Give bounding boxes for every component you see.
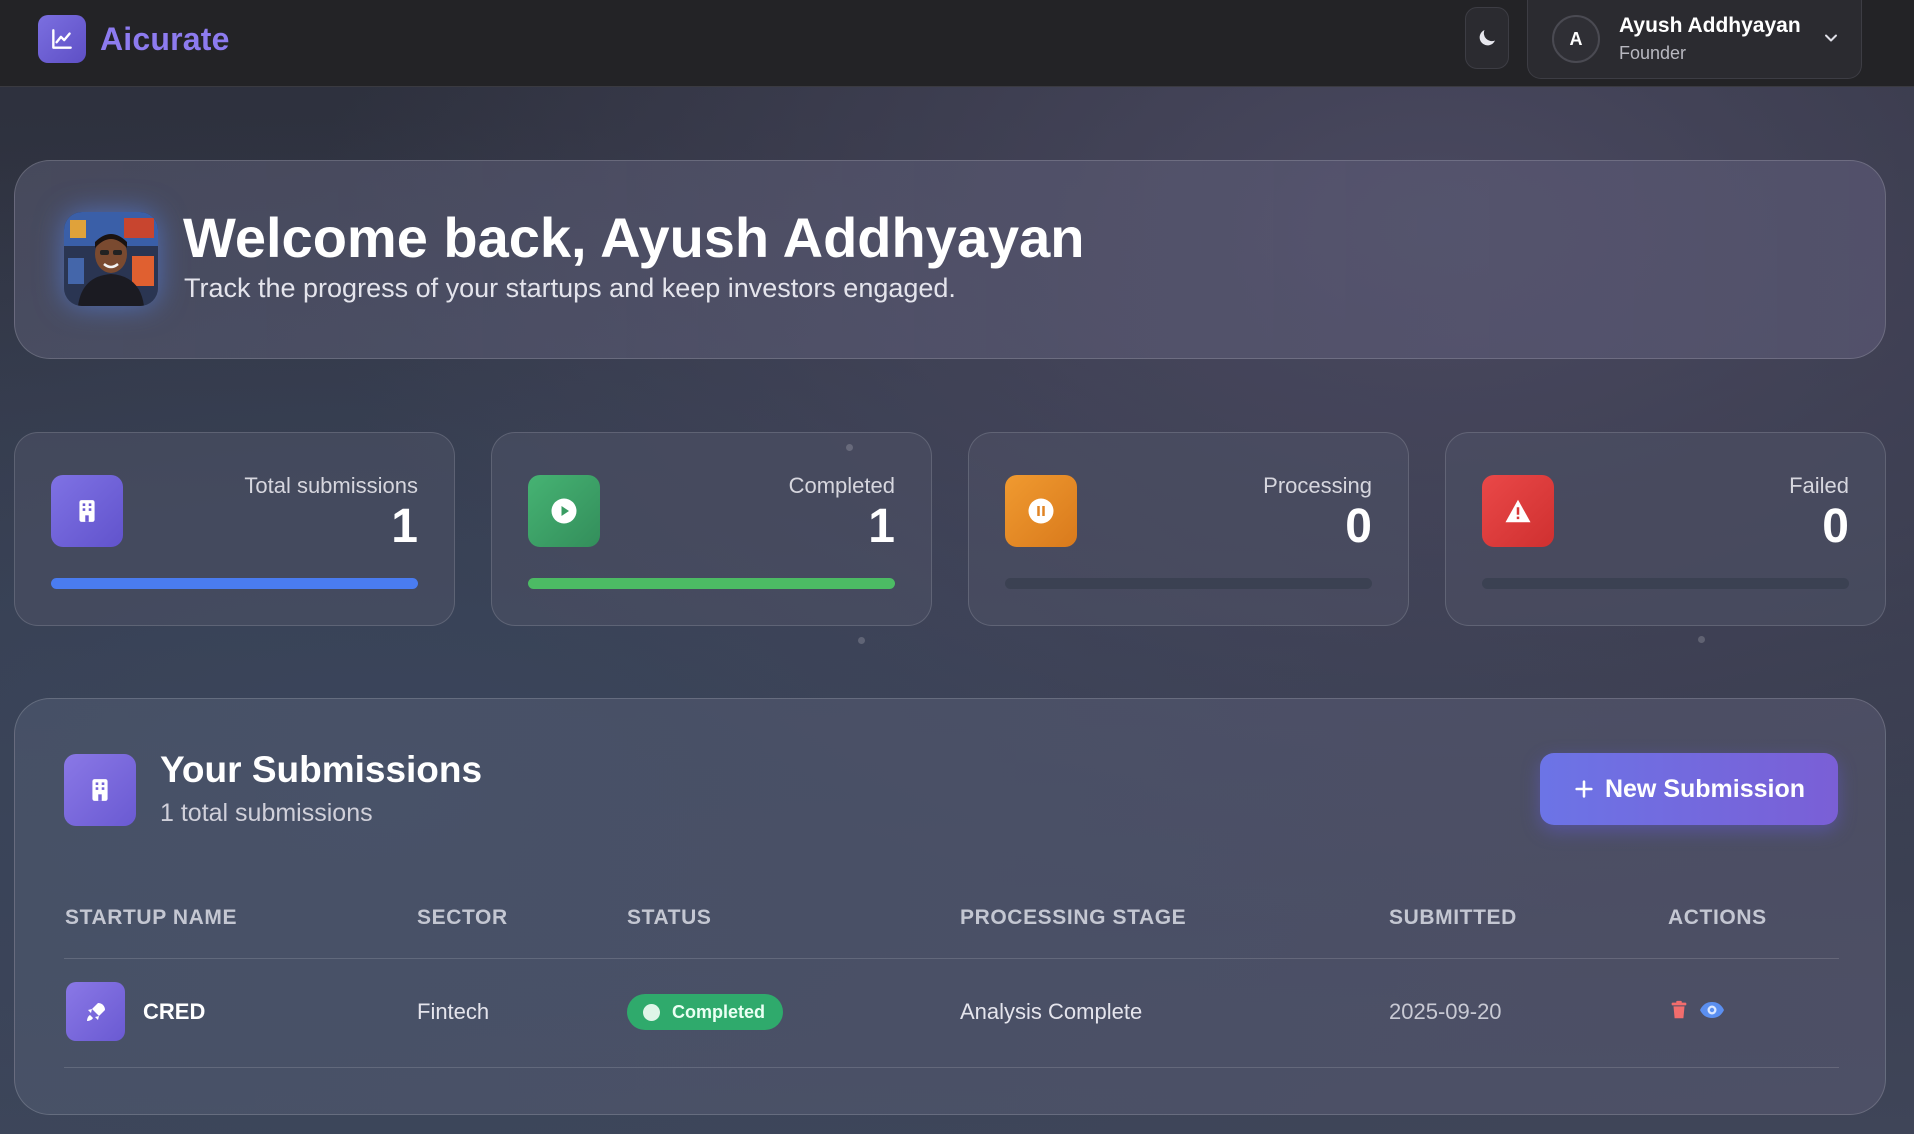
stat-card-completed: Completed 1 [491, 432, 932, 626]
profile-photo [64, 212, 158, 306]
status-label: Completed [672, 1001, 766, 1022]
top-bar: Aicurate A Ayush Addhyayan Founder [0, 0, 1914, 87]
stat-value: 1 [868, 500, 895, 553]
stat-label: Processing [1263, 473, 1372, 498]
brand[interactable]: Aicurate [38, 15, 230, 63]
decorative-dot [858, 637, 865, 644]
column-header-status: STATUS [627, 906, 712, 929]
startup-name: CRED [143, 999, 206, 1024]
welcome-card: Welcome back, Ayush Addhyayan Track the … [14, 160, 1886, 359]
building-icon [64, 754, 136, 826]
stat-value: 0 [1822, 500, 1849, 553]
stat-card-total: Total submissions 1 [14, 432, 455, 626]
user-menu[interactable]: A Ayush Addhyayan Founder [1527, 0, 1862, 79]
chart-line-icon [38, 15, 86, 63]
stat-value: 1 [391, 500, 418, 553]
column-header-submitted: SUBMITTED [1389, 906, 1517, 929]
stat-label: Total submissions [244, 473, 418, 498]
theme-toggle-button[interactable] [1465, 7, 1509, 69]
page-subtitle: Track the progress of your startups and … [184, 273, 956, 303]
section-title: Your Submissions [160, 749, 483, 790]
user-role: Founder [1619, 43, 1687, 63]
stat-label: Completed [788, 473, 895, 498]
progress-bar [1005, 578, 1372, 589]
stat-card-processing: Processing 0 [968, 432, 1409, 626]
column-header-actions: ACTIONS [1668, 906, 1767, 929]
submissions-count: 1 total submissions [160, 799, 373, 827]
stat-label: Failed [1789, 473, 1849, 498]
eye-icon[interactable] [1699, 999, 1725, 1021]
avatar: A [1552, 15, 1600, 63]
new-submission-button[interactable]: New Submission [1540, 753, 1838, 825]
divider [64, 958, 1839, 959]
progress-bar [528, 578, 895, 589]
decorative-dot [1698, 636, 1705, 643]
column-header-startup-name: STARTUP NAME [65, 906, 238, 929]
submitted-date: 2025-09-20 [1389, 999, 1502, 1024]
divider [64, 1067, 1839, 1068]
user-name: Ayush Addhyayan [1619, 14, 1801, 37]
page-title: Welcome back, Ayush Addhyayan [183, 206, 1085, 269]
rocket-icon [66, 982, 125, 1041]
column-header-sector: SECTOR [417, 906, 508, 929]
sector: Fintech [417, 999, 490, 1024]
status-badge: Completed [627, 994, 784, 1030]
moon-icon [1479, 30, 1495, 46]
building-icon [51, 475, 123, 547]
brand-name: Aicurate [100, 20, 230, 57]
status-dot [643, 1003, 660, 1021]
pause-circle-icon [1005, 475, 1077, 547]
submissions-panel: Your Submissions 1 total submissions New… [14, 698, 1886, 1115]
progress-bar [51, 578, 418, 589]
column-header-processing-stage: PROCESSING STAGE [960, 906, 1187, 929]
processing-stage: Analysis Complete [960, 999, 1143, 1024]
decorative-dot [846, 444, 853, 451]
play-circle-icon [528, 475, 600, 547]
new-submission-label: New Submission [1604, 774, 1806, 803]
stat-value: 0 [1345, 500, 1372, 553]
stat-card-failed: Failed 0 [1445, 432, 1886, 626]
progress-bar [1482, 578, 1849, 589]
chevron-down-icon [1825, 34, 1837, 42]
warning-icon [1482, 475, 1554, 547]
plus-icon [1575, 780, 1593, 798]
trash-icon[interactable] [1668, 999, 1690, 1021]
